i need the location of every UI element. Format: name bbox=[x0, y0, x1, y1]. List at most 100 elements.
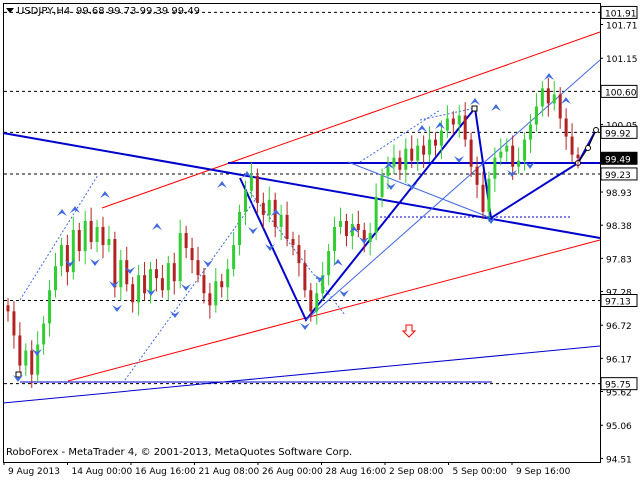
candle-bull bbox=[95, 226, 99, 243]
candle-bear bbox=[558, 94, 562, 119]
level-label: 95.75 bbox=[605, 381, 631, 391]
candle-bull bbox=[534, 106, 538, 125]
candle-bear bbox=[309, 290, 313, 312]
candle-bear bbox=[285, 214, 289, 240]
candle-bear bbox=[255, 175, 259, 203]
chart-svg: USDJPY,H4 99.68 99.73 99.39 99.49 RoboFo… bbox=[0, 0, 640, 480]
chart: USDJPY,H4 99.68 99.73 99.39 99.49 RoboFo… bbox=[0, 0, 640, 480]
candle-bear bbox=[451, 118, 455, 125]
candle-bull bbox=[445, 118, 449, 131]
candle-bull bbox=[386, 166, 390, 176]
candle-bull bbox=[392, 157, 396, 167]
candle-bull bbox=[416, 145, 420, 161]
candle-bear bbox=[65, 245, 69, 273]
candle-bull bbox=[428, 139, 432, 155]
x-tick-label: 28 Aug 16:00 bbox=[326, 467, 387, 477]
candle-bull bbox=[226, 269, 230, 288]
x-tick-label: 14 Aug 00:00 bbox=[72, 467, 133, 477]
candle-bear bbox=[546, 88, 550, 104]
candle-bear bbox=[410, 148, 414, 161]
candle-bear bbox=[220, 281, 224, 288]
candle-bear bbox=[291, 239, 295, 246]
level-label: 99.92 bbox=[605, 129, 631, 139]
y-tick-label: 95.06 bbox=[606, 422, 632, 432]
y-tick-label: 101.15 bbox=[606, 55, 638, 65]
candle-bull bbox=[327, 251, 331, 276]
candle-bull bbox=[339, 220, 342, 227]
candle-bull bbox=[374, 196, 378, 233]
candle-bear bbox=[481, 184, 485, 212]
y-tick-label: 98.93 bbox=[606, 189, 632, 199]
copyright-label: RoboForex - MetaTrader 4, © 2001-2013, M… bbox=[6, 447, 352, 458]
candle-bull bbox=[42, 323, 46, 345]
y-tick-label: 96.72 bbox=[606, 322, 632, 332]
candle-bull bbox=[54, 266, 57, 291]
x-tick-label: 26 Aug 00:00 bbox=[262, 467, 323, 477]
candle-bear bbox=[303, 263, 307, 291]
candle-bear bbox=[344, 220, 348, 237]
y-tick-label: 101.71 bbox=[606, 21, 638, 31]
symbol-label: USDJPY,H4 bbox=[17, 6, 70, 17]
candle-bull bbox=[487, 178, 491, 212]
candle-bear bbox=[475, 166, 479, 185]
candle-bear bbox=[463, 115, 467, 140]
candle-bear bbox=[202, 275, 206, 294]
candle-bear bbox=[113, 239, 117, 288]
candle-bull bbox=[36, 344, 40, 375]
candle-bull bbox=[244, 190, 247, 212]
candle-bear bbox=[143, 275, 147, 294]
candle-bear bbox=[422, 145, 426, 155]
x-tick-label: 9 Aug 2013 bbox=[8, 467, 60, 477]
candle-bear bbox=[30, 350, 34, 375]
candle-bear bbox=[184, 233, 188, 249]
candle-bull bbox=[232, 245, 236, 270]
candle-bear bbox=[125, 260, 129, 285]
candle-bear bbox=[12, 311, 16, 336]
x-tick-label: 21 Aug 08:00 bbox=[199, 467, 260, 477]
candle-bull bbox=[493, 157, 497, 179]
candle-bull bbox=[439, 130, 443, 146]
level-label: 100.60 bbox=[605, 88, 637, 98]
candle-bull bbox=[48, 290, 52, 324]
candle-bear bbox=[576, 154, 580, 159]
candle-bull bbox=[214, 281, 218, 306]
candle-bear bbox=[18, 335, 22, 366]
candle-bear bbox=[564, 118, 568, 137]
candle-bull bbox=[552, 94, 556, 104]
candle-bull bbox=[505, 145, 509, 152]
candle-bull bbox=[71, 229, 75, 273]
candle-bear bbox=[511, 145, 515, 167]
level-label: 101.91 bbox=[605, 9, 637, 19]
candle-bear bbox=[77, 229, 81, 252]
candle-bear bbox=[208, 293, 212, 306]
candle-bear bbox=[89, 220, 93, 243]
candle-bull bbox=[279, 214, 283, 227]
candle-bear bbox=[434, 139, 437, 146]
chart-header: USDJPY,H4 99.68 99.73 99.39 99.49 bbox=[6, 6, 200, 17]
x-tick-label: 5 Sep 00:00 bbox=[453, 467, 508, 477]
y-tick-label: 96.17 bbox=[606, 355, 632, 365]
forecast-node-2 bbox=[585, 145, 591, 151]
candle-bear bbox=[398, 157, 402, 170]
candle-bear bbox=[6, 305, 10, 312]
candle-bull bbox=[149, 269, 152, 294]
candle-bull bbox=[166, 263, 170, 291]
level-label: 99.49 bbox=[605, 155, 631, 165]
y-tick-label: 97.83 bbox=[606, 255, 632, 265]
candle-bear bbox=[297, 245, 301, 264]
wave-node-marker bbox=[471, 105, 478, 112]
x-tick-label: 2 Sep 08:00 bbox=[389, 467, 444, 477]
candle-bear bbox=[172, 263, 176, 282]
candle-bear bbox=[190, 248, 194, 261]
candle-bull bbox=[249, 175, 253, 191]
candle-bear bbox=[570, 136, 574, 155]
candle-bull bbox=[24, 350, 28, 366]
candle-bear bbox=[131, 284, 135, 303]
y-tick-label: 94.51 bbox=[606, 455, 632, 465]
x-tick-label: 16 Aug 16:00 bbox=[135, 467, 196, 477]
candle-bear bbox=[356, 223, 360, 230]
candle-bear bbox=[196, 260, 200, 276]
candle-bull bbox=[529, 124, 532, 140]
candle-bull bbox=[83, 220, 87, 252]
candle-bull bbox=[315, 293, 319, 312]
